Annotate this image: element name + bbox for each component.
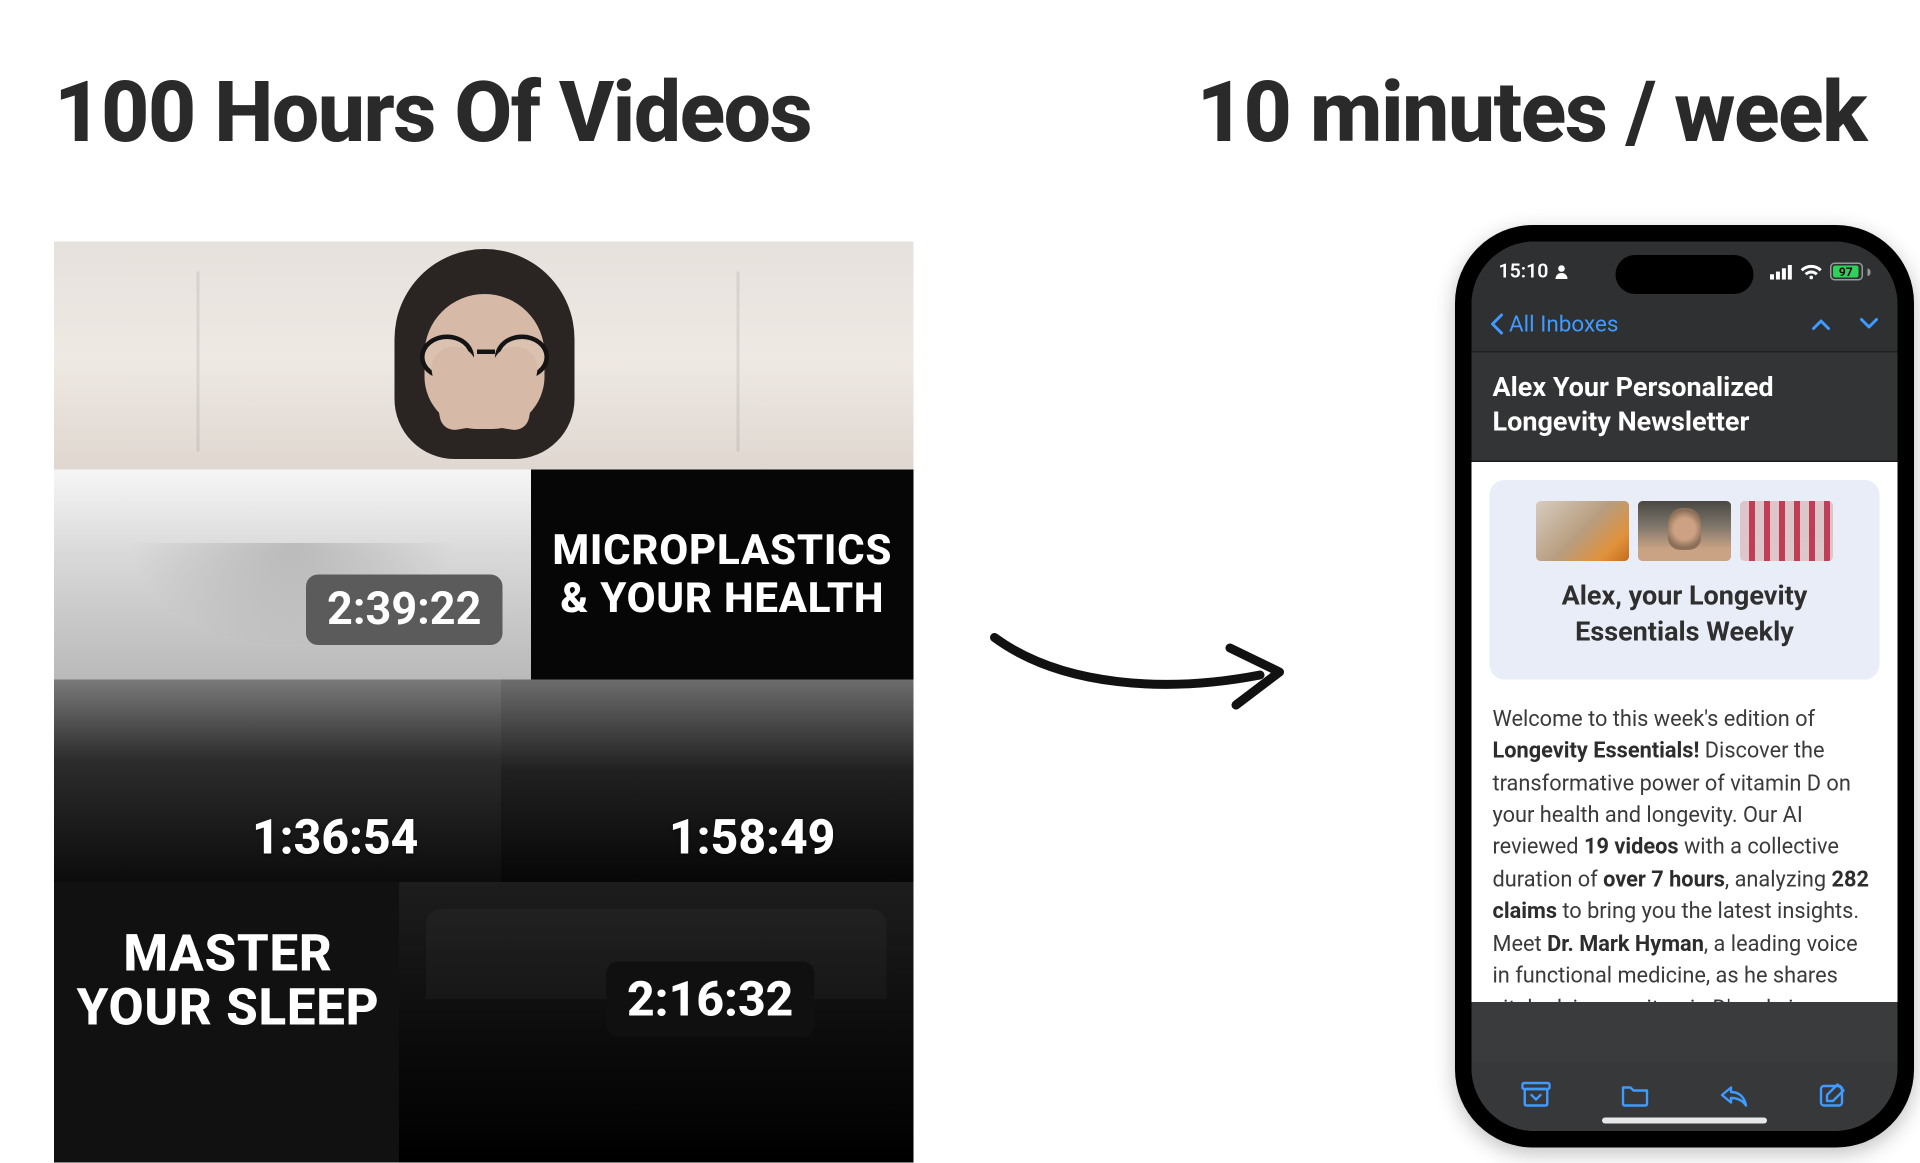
mail-navbar: All Inboxes — [1472, 302, 1898, 353]
status-time: 15:10 — [1499, 260, 1549, 283]
email-body: Welcome to this week's edition of Longev… — [1472, 703, 1898, 1002]
microplastics-label: MICROPLASTICS & YOUR HEALTH — [531, 470, 914, 680]
timestamp-badge: 2:39:22 — [306, 575, 502, 646]
compose-icon[interactable] — [1818, 1082, 1848, 1109]
body-bold: 19 videos — [1584, 835, 1679, 861]
dynamic-island — [1616, 255, 1754, 294]
body-bold: Dr. Mark Hyman — [1547, 931, 1704, 957]
video-collage: MICROPLASTICS & YOUR HEALTH 2:39:22 1:36… — [54, 242, 914, 1163]
body-bold: over 7 hours — [1603, 867, 1725, 893]
battery-indicator: 97 — [1830, 263, 1871, 281]
thumbnail-image — [1740, 501, 1833, 561]
chevron-up-icon[interactable] — [1811, 316, 1832, 331]
timestamp-badge: 1:58:49 — [669, 809, 835, 866]
header-thumbnails — [1508, 501, 1862, 561]
body-text: , analyzing — [1725, 867, 1832, 893]
arrow-icon — [987, 615, 1302, 720]
archive-icon[interactable] — [1521, 1082, 1551, 1109]
heading-right: 10 minutes / week — [1197, 63, 1866, 162]
timestamp-badge: 2:16:32 — [606, 962, 814, 1037]
body-bold: Longevity Essentials! — [1493, 738, 1700, 764]
thumbnail-image — [1536, 501, 1629, 561]
email-header-card: Alex, your Longevity Essentials Weekly — [1490, 480, 1880, 679]
master-your-sleep-label: MASTER YOUR SLEEP — [66, 929, 390, 1036]
email-subject: Alex Your Personalized Longevity Newslet… — [1472, 353, 1898, 463]
battery-level: 97 — [1833, 266, 1859, 278]
phone-mockup: 15:10 97 All Inbox — [1455, 225, 1914, 1148]
heading-left: 100 Hours Of Videos — [54, 63, 811, 162]
thumbnail-image — [1638, 501, 1731, 561]
body-text: Welcome to this week's edition of — [1493, 706, 1816, 732]
cellular-icon — [1770, 263, 1793, 280]
back-label: All Inboxes — [1509, 310, 1618, 337]
collage-bg-top — [54, 242, 914, 475]
back-button[interactable]: All Inboxes — [1490, 310, 1619, 337]
home-indicator[interactable] — [1602, 1118, 1767, 1124]
chevron-down-icon[interactable] — [1859, 316, 1880, 331]
folder-icon[interactable] — [1620, 1082, 1650, 1109]
user-icon — [1554, 264, 1569, 279]
email-card-title: Alex, your Longevity Essentials Weekly — [1508, 579, 1862, 652]
phone-screen: 15:10 97 All Inbox — [1472, 242, 1898, 1132]
chevron-left-icon — [1490, 313, 1504, 334]
timestamp-badge: 1:36:54 — [252, 809, 418, 866]
email-content[interactable]: Alex, your Longevity Essentials Weekly W… — [1472, 462, 1898, 1002]
wifi-icon — [1800, 263, 1823, 280]
reply-icon[interactable] — [1719, 1082, 1749, 1109]
